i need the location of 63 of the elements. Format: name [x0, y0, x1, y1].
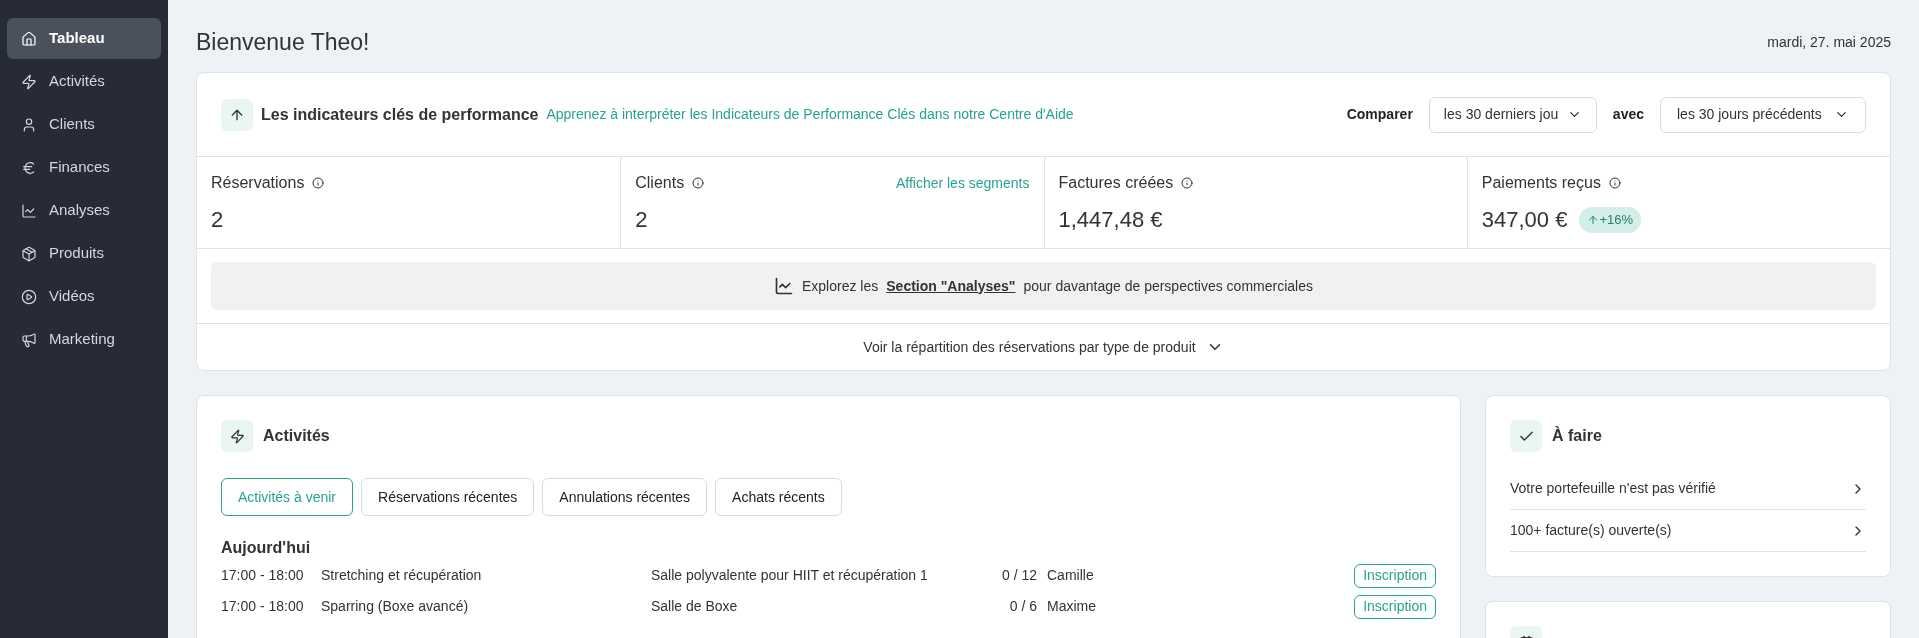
- with-label: avec: [1612, 105, 1644, 124]
- megaphone-icon: [21, 331, 37, 348]
- arrow-up-icon: [1587, 213, 1600, 226]
- sidebar-item[interactable]: Finances: [7, 147, 161, 188]
- sidebar-item[interactable]: Marketing: [7, 319, 161, 360]
- explore-text: pour davantage de perspectives commerciales: [1023, 276, 1313, 296]
- metric-value: 2: [635, 206, 648, 234]
- info-icon: [312, 177, 325, 189]
- change-badge: +16%: [1579, 206, 1641, 233]
- person-icon: [21, 116, 37, 133]
- welcome-heading: Bienvenue Theo!: [196, 27, 370, 57]
- todo-title: À faire: [1552, 425, 1602, 446]
- euro-icon: [21, 159, 37, 176]
- sidebar-item[interactable]: Produits: [7, 233, 161, 274]
- coach-cell-text: Camille: [1047, 566, 1094, 585]
- time-cell-text: 17:00 - 18:00: [221, 597, 305, 616]
- info-icon: [1181, 177, 1194, 189]
- reference-dropdown[interactable]: les 30 jours précédents: [1660, 96, 1866, 133]
- time-cell-text: 17:00 - 18:00: [221, 566, 305, 585]
- lightning-icon: [221, 420, 253, 452]
- explore-text: Explorez les: [802, 276, 879, 296]
- play-icon: [21, 288, 37, 305]
- compare-label: Comparer: [1346, 105, 1413, 124]
- metric-value: 2: [211, 206, 224, 234]
- date-text: mardi, 27. mai 2025: [1767, 32, 1891, 52]
- metric-label: Paiements reçus: [1481, 173, 1601, 193]
- activities-title: Activités: [263, 426, 330, 446]
- lightning-icon: [21, 73, 37, 90]
- sidebar-item[interactable]: Clients: [7, 104, 161, 145]
- activity-tab[interactable]: Annulations récentes: [542, 478, 708, 516]
- activity-tab[interactable]: Achats récents: [715, 478, 842, 516]
- metric-label: Factures créées: [1058, 173, 1174, 193]
- line-chart-icon: [21, 202, 37, 219]
- metric-value: 1,447,48 €: [1058, 206, 1163, 234]
- info-icon: [692, 177, 705, 189]
- room-cell-text: Salle de Boxe: [651, 597, 739, 616]
- sidebar-item[interactable]: Tableau: [7, 18, 161, 59]
- capacity-cell-text: 0 / 12: [1000, 566, 1037, 585]
- kpi-title: Les indicateurs clés de performance: [261, 104, 539, 125]
- metric-label: Réservations: [211, 173, 305, 193]
- activity-name: Sparring (Boxe avancé): [321, 597, 470, 616]
- analyses-link[interactable]: Section "Analyses": [886, 275, 1016, 297]
- line-chart-icon: [774, 276, 794, 296]
- check-icon: [1510, 420, 1542, 452]
- capacity-cell-text: 0 / 6: [1008, 597, 1037, 616]
- room-cell-text: Salle polyvalente pour HIIT et récupération 1: [651, 566, 929, 585]
- metric-label: Clients: [635, 173, 685, 193]
- box-icon: [21, 245, 37, 262]
- todo-item[interactable]: Votre portefeuille n'est pas vérifié: [1510, 468, 1866, 510]
- day-heading: Aujourd'hui: [221, 538, 312, 558]
- info-icon: [1608, 177, 1621, 189]
- sidebar-item[interactable]: Analyses: [7, 190, 161, 231]
- home-icon: [21, 30, 37, 47]
- coach-cell-text: Maxime: [1047, 597, 1096, 616]
- sidebar-item[interactable]: Activités: [7, 61, 161, 102]
- metric-value: 347,00 €: [1481, 206, 1568, 234]
- activity-name: Stretching et récupération: [321, 566, 483, 585]
- period-dropdown[interactable]: les 30 derniers jou: [1428, 96, 1597, 133]
- activity-tab[interactable]: Réservations récentes: [361, 478, 535, 516]
- todo-item[interactable]: 100+ facture(s) ouverte(s): [1510, 510, 1866, 552]
- sidebar-item[interactable]: Vidéos: [7, 276, 161, 317]
- breakdown-toggle[interactable]: Voir la répartition des réservations par type de produit: [197, 324, 1890, 370]
- arrow-up-icon: [221, 98, 253, 131]
